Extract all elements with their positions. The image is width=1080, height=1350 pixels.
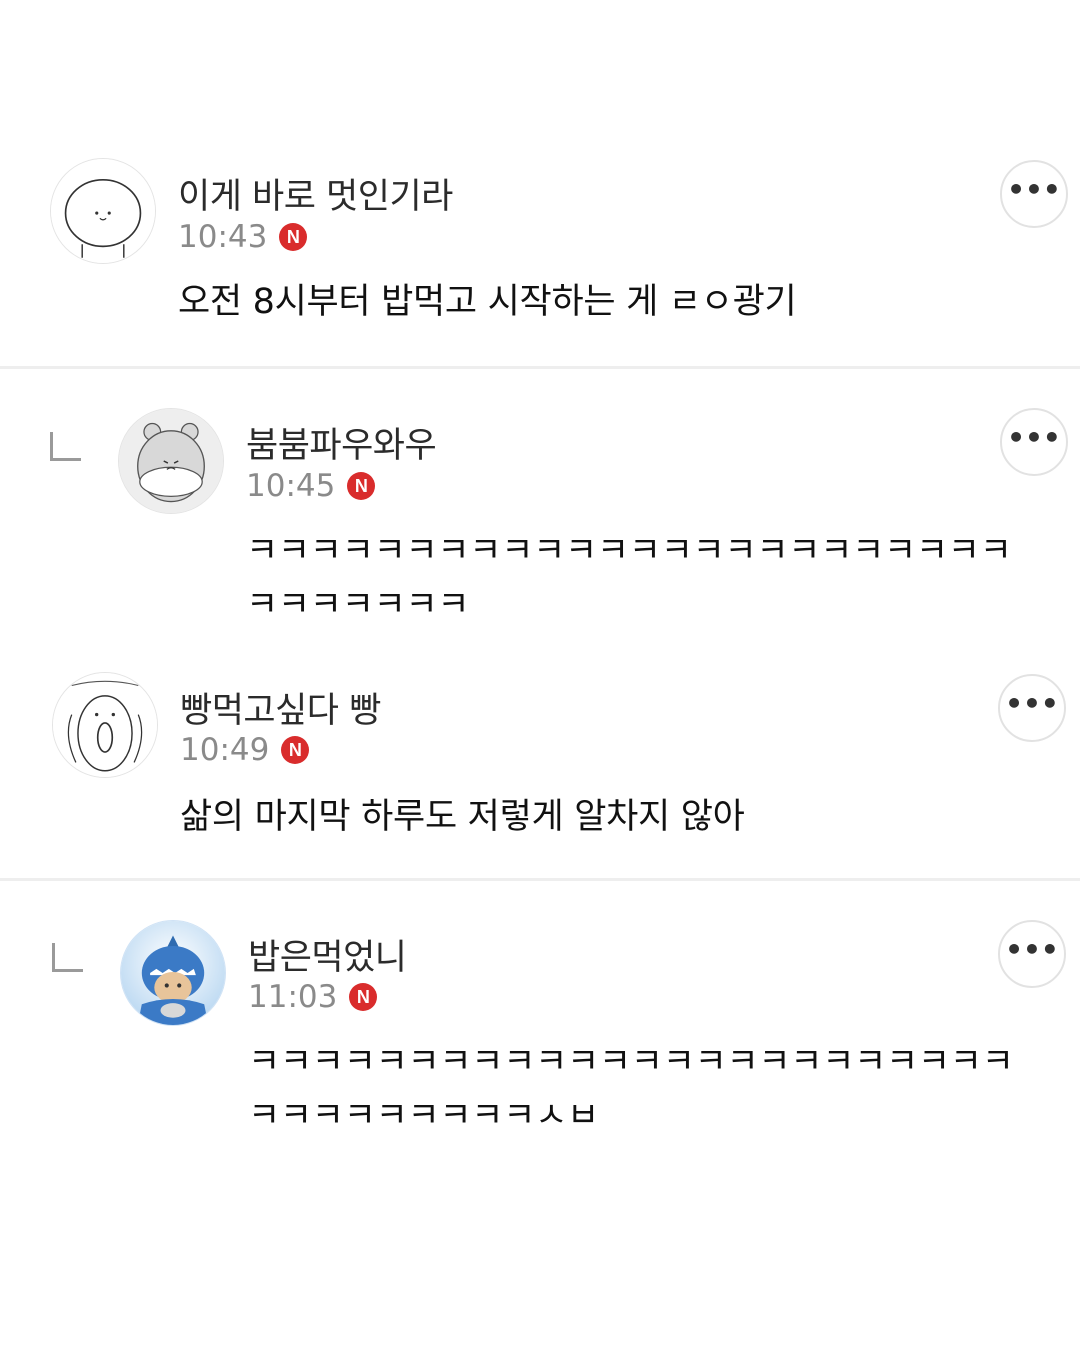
new-badge-icon: N (279, 223, 308, 251)
cartoon-face-icon (51, 159, 155, 263)
hamster-face-icon (119, 409, 223, 513)
comment-author[interactable]: 밥은먹었니 (248, 929, 407, 980)
comment-text-line: ㅋㅋㅋㅋㅋㅋㅋㅋㅋㅋㅋㅋㅋㅋㅋㅋㅋㅋㅋㅋㅋㅋㅋㅋ (246, 531, 1012, 571)
avatar[interactable] (50, 158, 156, 264)
timestamp: 10:43 (178, 219, 268, 255)
timestamp: 11:03 (248, 979, 338, 1015)
comment-author[interactable]: 붐붐파우와우 (246, 417, 437, 468)
screaming-character-icon (53, 673, 157, 777)
comment-text: ㅋㅋㅋㅋㅋㅋㅋㅋㅋㅋㅋㅋㅋㅋㅋㅋㅋㅋㅋㅋㅋㅋㅋㅋ ㅋㅋㅋㅋㅋㅋㅋㅋㅋㅅㅂ (248, 1035, 1014, 1143)
comment-time: 10:45 N (246, 468, 376, 504)
comment-text: 오전 8시부터 밥먹고 시작하는 게 ㄹㅇ광기 (178, 282, 797, 322)
avatar[interactable] (118, 408, 224, 514)
comment-time: 11:03 N (248, 979, 378, 1015)
new-badge-icon: N (349, 983, 378, 1011)
more-options-button[interactable]: ••• (998, 920, 1066, 988)
more-horizontal-icon: ••• (1007, 173, 1061, 206)
shark-costume-icon (121, 921, 225, 1025)
comment-text-line: ㅋㅋㅋㅋㅋㅋㅋㅋㅋㅅㅂ (248, 1096, 599, 1136)
timestamp: 10:49 (180, 732, 270, 768)
new-badge-icon: N (347, 472, 376, 500)
more-options-button[interactable]: ••• (998, 674, 1066, 742)
reply-arrow-icon (52, 943, 83, 972)
comment-text-line: ㅋㅋㅋㅋㅋㅋㅋ (246, 585, 470, 625)
divider (0, 878, 1080, 881)
avatar[interactable] (52, 672, 158, 778)
comment-text: ㅋㅋㅋㅋㅋㅋㅋㅋㅋㅋㅋㅋㅋㅋㅋㅋㅋㅋㅋㅋㅋㅋㅋㅋ ㅋㅋㅋㅋㅋㅋㅋ (246, 524, 1012, 632)
reply-arrow-icon (50, 432, 81, 461)
more-options-button[interactable]: ••• (1000, 160, 1068, 228)
more-options-button[interactable]: ••• (1000, 408, 1068, 476)
comment-text-line: ㅋㅋㅋㅋㅋㅋㅋㅋㅋㅋㅋㅋㅋㅋㅋㅋㅋㅋㅋㅋㅋㅋㅋㅋ (248, 1042, 1014, 1082)
more-horizontal-icon: ••• (1005, 687, 1059, 720)
divider (0, 366, 1080, 369)
new-badge-icon: N (281, 736, 310, 764)
comment-time: 10:43 N (178, 219, 308, 255)
comment-text: 삶의 마지막 하루도 저렇게 알차지 않아 (180, 797, 745, 837)
more-horizontal-icon: ••• (1005, 933, 1059, 966)
comment-author[interactable]: 빵먹고싶다 빵 (180, 682, 381, 733)
more-horizontal-icon: ••• (1007, 421, 1061, 454)
comment-time: 10:49 N (180, 732, 310, 768)
timestamp: 10:45 (246, 468, 336, 504)
avatar[interactable] (120, 920, 226, 1026)
comment-author[interactable]: 이게 바로 멋인기라 (178, 168, 453, 219)
